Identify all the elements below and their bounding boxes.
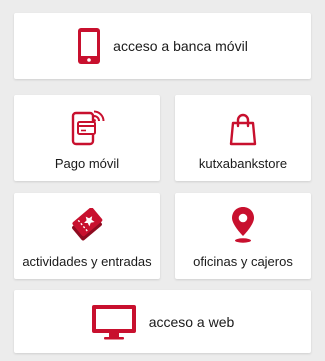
oficinas-cajeros-button[interactable]: oficinas y cajeros [175, 193, 311, 279]
monitor-icon [91, 304, 137, 340]
mobile-payment-icon [69, 110, 105, 146]
smartphone-icon [77, 27, 101, 65]
actividades-entradas-button[interactable]: actividades y entradas [14, 193, 160, 279]
actividades-entradas-label: actividades y entradas [22, 253, 152, 269]
pago-movil-label: Pago móvil [54, 155, 120, 171]
acceso-web-button[interactable]: acceso a web [14, 290, 311, 353]
shopping-bag-icon [229, 112, 257, 146]
banca-movil-label: acceso a banca móvil [113, 38, 248, 54]
pago-movil-button[interactable]: Pago móvil [14, 95, 160, 181]
tickets-icon [68, 207, 106, 244]
kutxabankstore-label: kutxabankstore [198, 155, 288, 171]
location-pin-icon [230, 206, 256, 244]
kutxabankstore-button[interactable]: kutxabankstore [175, 95, 311, 181]
banca-movil-button[interactable]: acceso a banca móvil [14, 13, 311, 79]
oficinas-cajeros-label: oficinas y cajeros [193, 253, 293, 269]
acceso-web-label: acceso a web [148, 313, 235, 330]
